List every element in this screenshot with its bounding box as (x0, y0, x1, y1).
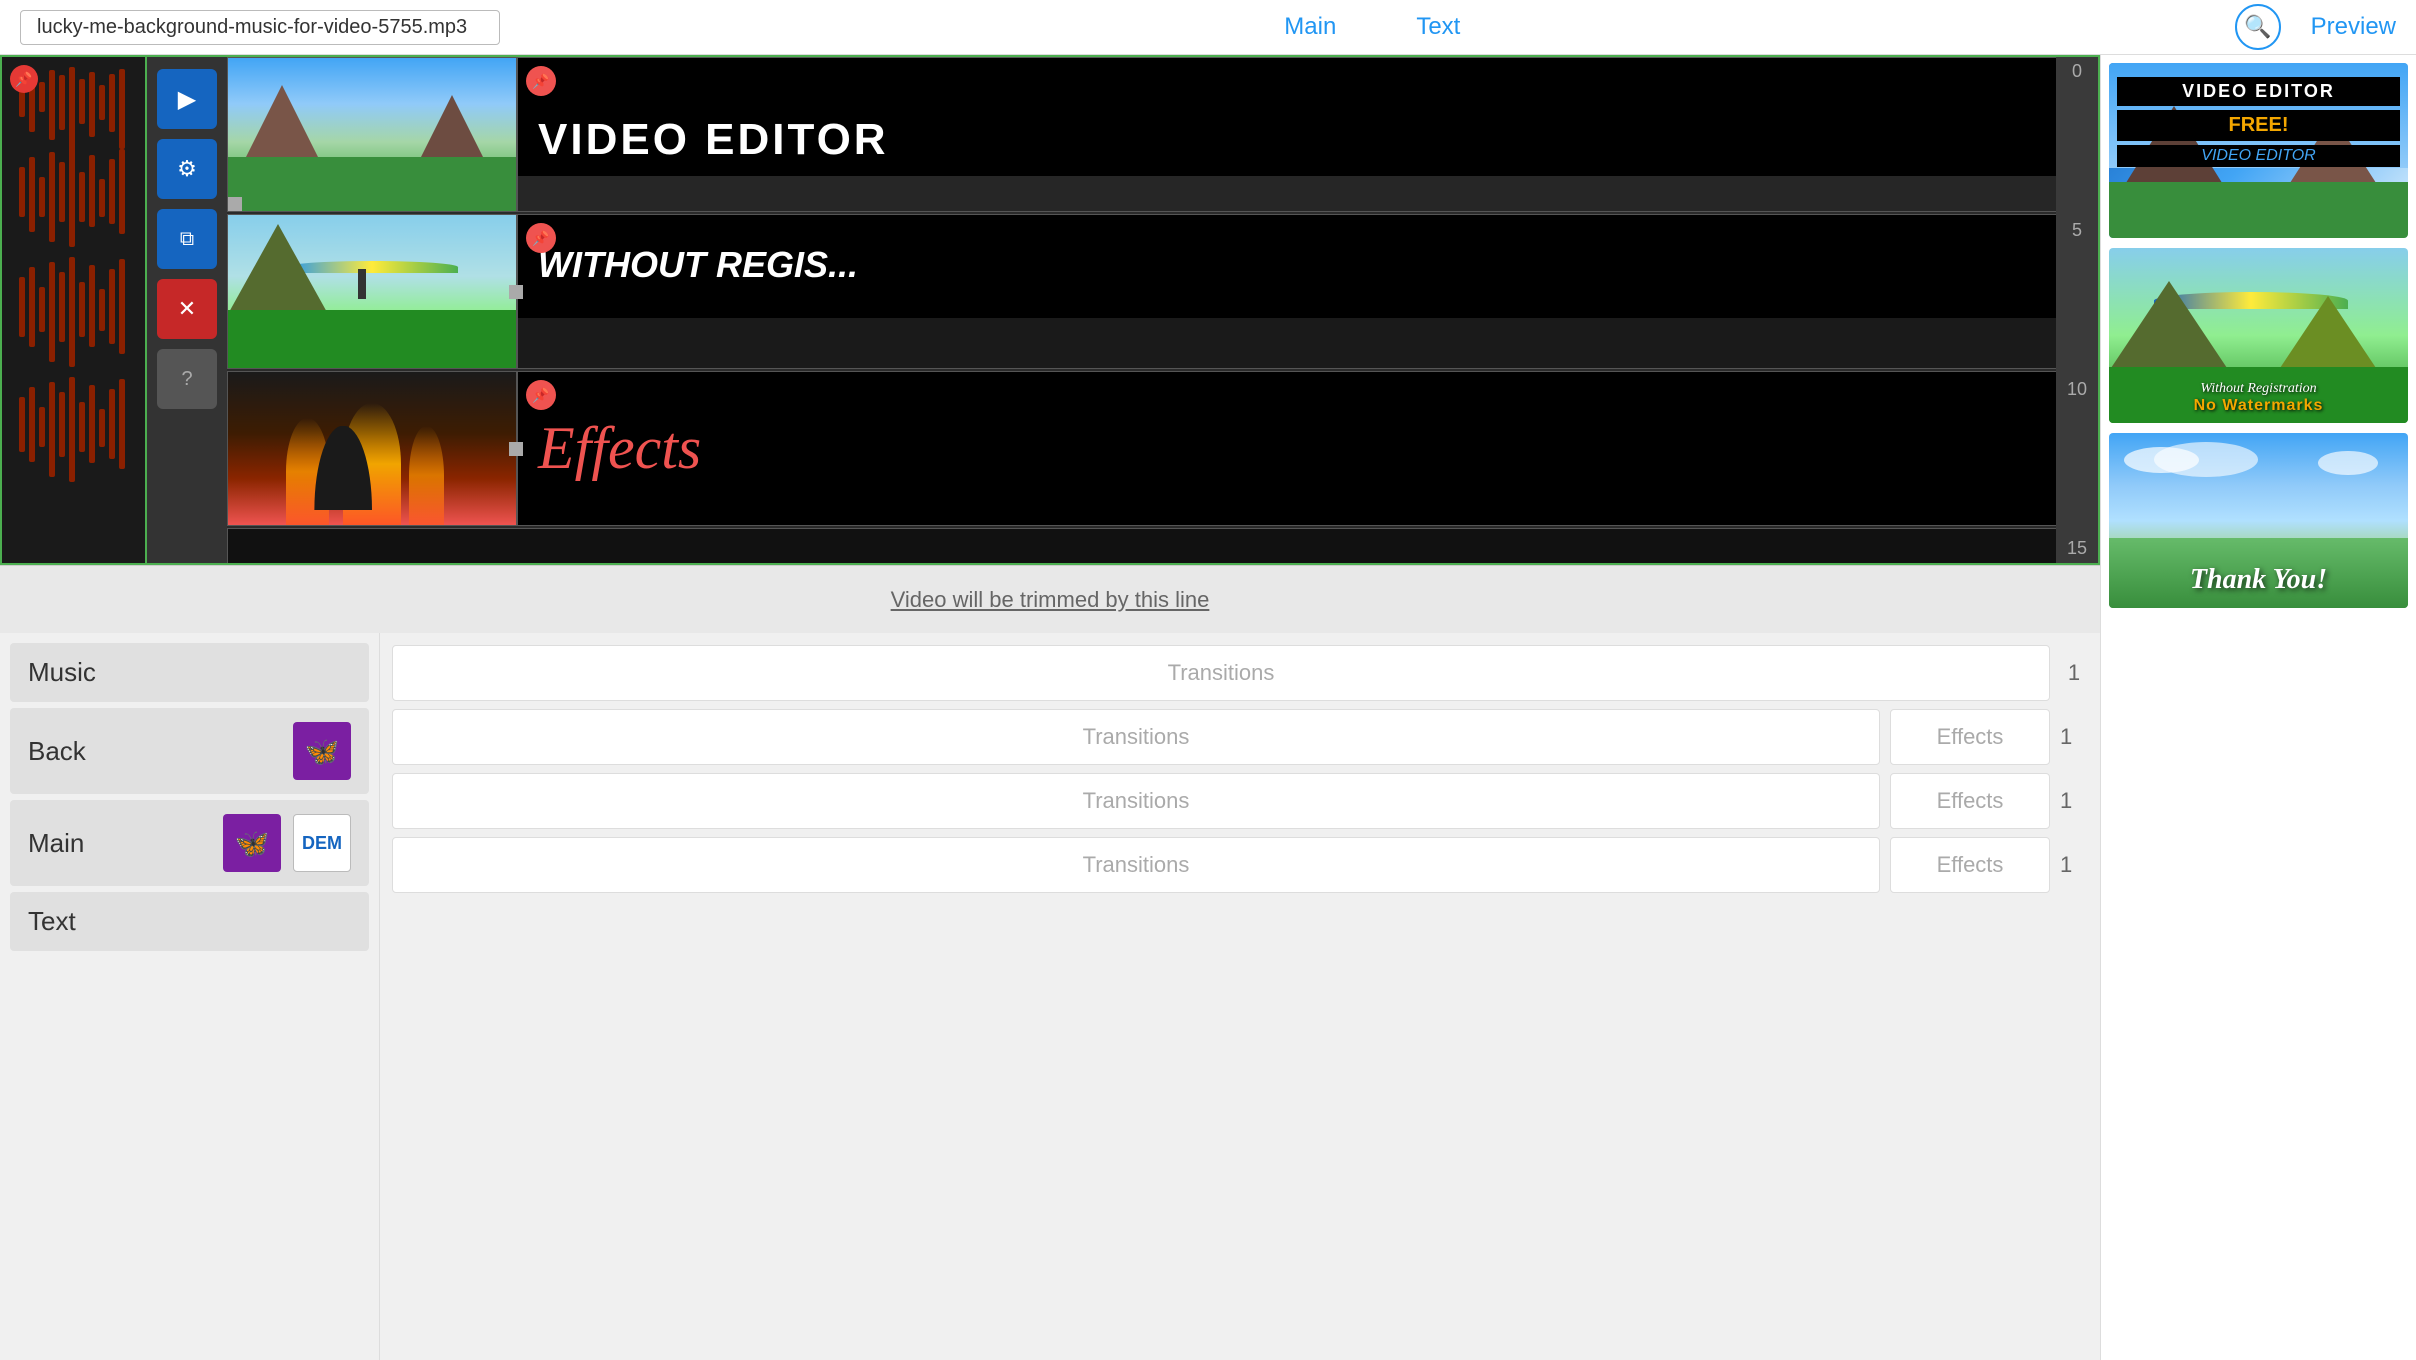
without-regis-clip[interactable]: 📌 WITHOUT REGIS... (517, 214, 2098, 369)
effects-btn-2[interactable]: Effects (1890, 709, 2050, 765)
bottom-controls: Music Back 🦋 Main 🦋 DEM Text (0, 633, 2100, 1360)
video-tracks-area: 📌 VIDEO EDITOR (227, 57, 2098, 563)
transitions-btn-4[interactable]: Transitions (392, 837, 1880, 893)
main-thumbnail: 🦋 (223, 814, 281, 872)
right-preview-panel: VIDEO EDITOR FREE! VIDEO EDITOR Without … (2100, 55, 2416, 1360)
tab-main[interactable]: Main (1284, 13, 1336, 41)
count-3: 1 (2060, 788, 2088, 814)
hangglider-clip[interactable] (227, 214, 517, 369)
sidebar-item-back[interactable]: Back 🦋 (10, 708, 369, 794)
tab-text[interactable]: Text (1416, 13, 1460, 41)
left-sidebar: Music Back 🦋 Main 🦋 DEM Text (0, 633, 380, 1360)
preview-item-2[interactable]: Without Registration No Watermarks (2109, 248, 2408, 423)
header: lucky-me-background-music-for-video-5755… (0, 0, 2416, 55)
count-4: 1 (2060, 852, 2088, 878)
ruler-mark-0: 0 (2072, 61, 2082, 82)
copy-button[interactable]: ⧉ (157, 209, 217, 269)
main-layout: 📌 (0, 55, 2416, 1360)
preview-item-3[interactable]: Thank You! (2109, 433, 2408, 608)
trim-line-area: Video will be trimmed by this line (0, 565, 2100, 633)
transition-row-1: Transitions 1 (392, 645, 2088, 701)
effects-clip[interactable]: 📌 Effects (517, 371, 2098, 526)
audio-track: 📌 (2, 57, 147, 563)
ruler-mark-10: 10 (2067, 379, 2087, 400)
video-editor-clip[interactable]: 📌 VIDEO EDITOR (517, 57, 2098, 212)
effects-btn-3[interactable]: Effects (1890, 773, 2050, 829)
header-tabs: Main Text (530, 13, 2215, 41)
transition-row-2: Transitions Effects 1 (392, 709, 2088, 765)
text-label: Text (28, 906, 76, 937)
delete-button[interactable]: ✕ (157, 279, 217, 339)
music-label: Music (28, 657, 96, 688)
preview-item-1[interactable]: VIDEO EDITOR FREE! VIDEO EDITOR (2109, 63, 2408, 238)
ruler-mark-15: 15 (2067, 538, 2087, 559)
track-row-1: 📌 VIDEO EDITOR (227, 57, 2098, 212)
editor-left: 📌 (0, 55, 2100, 1360)
landscape-video-clip[interactable] (227, 57, 517, 212)
row2-left-handle[interactable] (509, 285, 523, 299)
transitions-btn-2[interactable]: Transitions (392, 709, 1880, 765)
effects-text: Effects (538, 414, 701, 483)
video-editor-text: VIDEO EDITOR (538, 115, 889, 165)
play-button[interactable]: ▶ (157, 69, 217, 129)
fire-clip[interactable] (227, 371, 517, 526)
preview-label[interactable]: Preview (2311, 13, 2396, 41)
sidebar-item-main[interactable]: Main 🦋 DEM (10, 800, 369, 886)
waveform-svg (9, 67, 139, 527)
track-row-4: Thank You! (227, 528, 2098, 563)
thankyou-clip[interactable]: Thank You! (227, 528, 2098, 563)
transitions-btn-3[interactable]: Transitions (392, 773, 1880, 829)
track-row-2: 📌 WITHOUT REGIS... (227, 214, 2098, 369)
transition-row-4: Transitions Effects 1 (392, 837, 2088, 893)
count-2: 1 (2060, 724, 2088, 750)
audio-pin-icon: 📌 (10, 65, 38, 93)
transition-row-3: Transitions Effects 1 (392, 773, 2088, 829)
clip-left-handle[interactable] (228, 197, 242, 211)
search-button[interactable]: 🔍 (2235, 4, 2281, 50)
controls-panel: ▶ ⚙ ⧉ ✕ ? (147, 57, 227, 563)
pin-badge: 📌 (526, 66, 556, 96)
sidebar-item-text[interactable]: Text (10, 892, 369, 951)
sidebar-item-music[interactable]: Music (10, 643, 369, 702)
trim-line-text: Video will be trimmed by this line (891, 587, 1210, 613)
back-thumbnail: 🦋 (293, 722, 351, 780)
ruler-mark-5: 5 (2072, 220, 2082, 241)
transitions-btn-1[interactable]: Transitions (392, 645, 2050, 701)
help-button[interactable]: ? (157, 349, 217, 409)
pin-badge-3: 📌 (526, 380, 556, 410)
effects-btn-4[interactable]: Effects (1890, 837, 2050, 893)
settings-button[interactable]: ⚙ (157, 139, 217, 199)
track-row-3: 📌 Effects (227, 371, 2098, 526)
count-1: 1 (2060, 660, 2088, 686)
transitions-grid: Transitions 1 Transitions Effects 1 Tran… (380, 633, 2100, 1360)
timeline-ruler: 0 5 10 15 (2056, 57, 2098, 563)
pin-badge-2: 📌 (526, 223, 556, 253)
row3-left-handle[interactable] (509, 442, 523, 456)
back-label: Back (28, 736, 86, 767)
timeline-editor: 📌 (0, 55, 2100, 565)
main-extra-thumb: DEM (293, 814, 351, 872)
filename-display: lucky-me-background-music-for-video-5755… (20, 10, 500, 45)
search-icon: 🔍 (2244, 14, 2271, 40)
main-label: Main (28, 828, 84, 859)
without-regis-text: WITHOUT REGIS... (538, 244, 2077, 286)
